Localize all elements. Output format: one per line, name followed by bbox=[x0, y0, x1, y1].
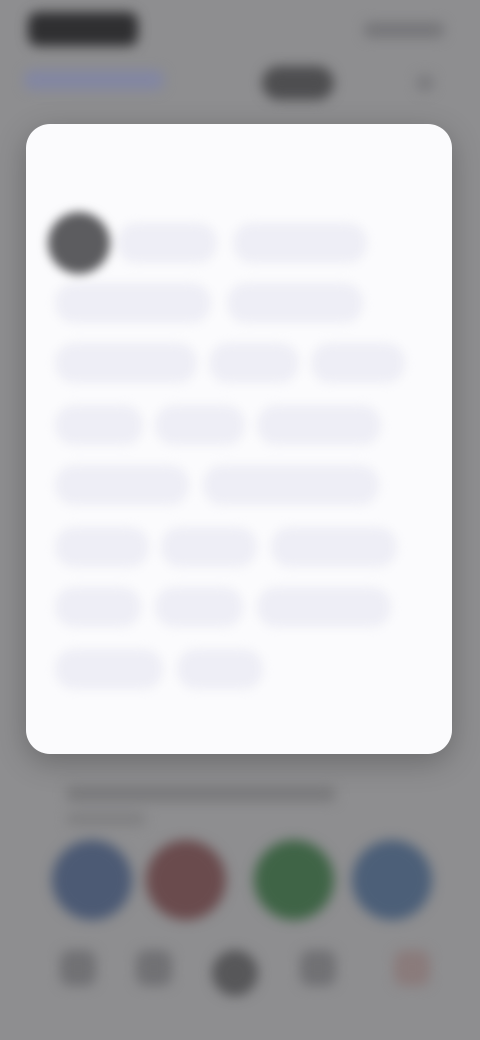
chip-14[interactable] bbox=[162, 528, 256, 566]
chip-18[interactable] bbox=[258, 588, 390, 626]
avatar-icon bbox=[48, 212, 110, 274]
home-icon[interactable] bbox=[60, 950, 96, 986]
chip-11[interactable] bbox=[56, 466, 188, 504]
section-subtitle bbox=[66, 812, 146, 826]
status-time bbox=[28, 12, 138, 46]
chip-3[interactable] bbox=[56, 284, 210, 322]
chip-2[interactable] bbox=[234, 224, 366, 262]
create-icon[interactable] bbox=[212, 950, 258, 996]
chip-20[interactable] bbox=[178, 650, 262, 688]
filter-modal bbox=[26, 124, 452, 754]
chip-4[interactable] bbox=[228, 284, 362, 322]
avatar-3[interactable] bbox=[254, 840, 334, 920]
chip-10[interactable] bbox=[258, 406, 380, 444]
status-bar bbox=[0, 0, 480, 58]
header-link[interactable] bbox=[24, 70, 164, 90]
avatar-4[interactable] bbox=[352, 840, 432, 920]
header-more-icon[interactable] bbox=[416, 74, 434, 92]
status-icons bbox=[364, 22, 444, 38]
chip-12[interactable] bbox=[204, 466, 378, 504]
avatar-2[interactable] bbox=[146, 840, 226, 920]
chip-13[interactable] bbox=[56, 528, 148, 566]
avatar-1[interactable] bbox=[52, 840, 132, 920]
section-title bbox=[66, 786, 336, 802]
chip-5[interactable] bbox=[56, 344, 196, 382]
chip-9[interactable] bbox=[156, 406, 244, 444]
chip-16[interactable] bbox=[56, 588, 140, 626]
chip-19[interactable] bbox=[56, 650, 162, 688]
chip-8[interactable] bbox=[56, 406, 142, 444]
chip-7[interactable] bbox=[312, 344, 404, 382]
header-pill-button[interactable] bbox=[262, 66, 334, 100]
chip-15[interactable] bbox=[272, 528, 396, 566]
modal-content bbox=[26, 124, 452, 754]
chip-1[interactable] bbox=[118, 224, 216, 262]
profile-icon[interactable] bbox=[394, 950, 430, 986]
messages-icon[interactable] bbox=[300, 950, 336, 986]
search-icon[interactable] bbox=[136, 950, 172, 986]
chip-17[interactable] bbox=[156, 588, 242, 626]
chip-6[interactable] bbox=[210, 344, 298, 382]
